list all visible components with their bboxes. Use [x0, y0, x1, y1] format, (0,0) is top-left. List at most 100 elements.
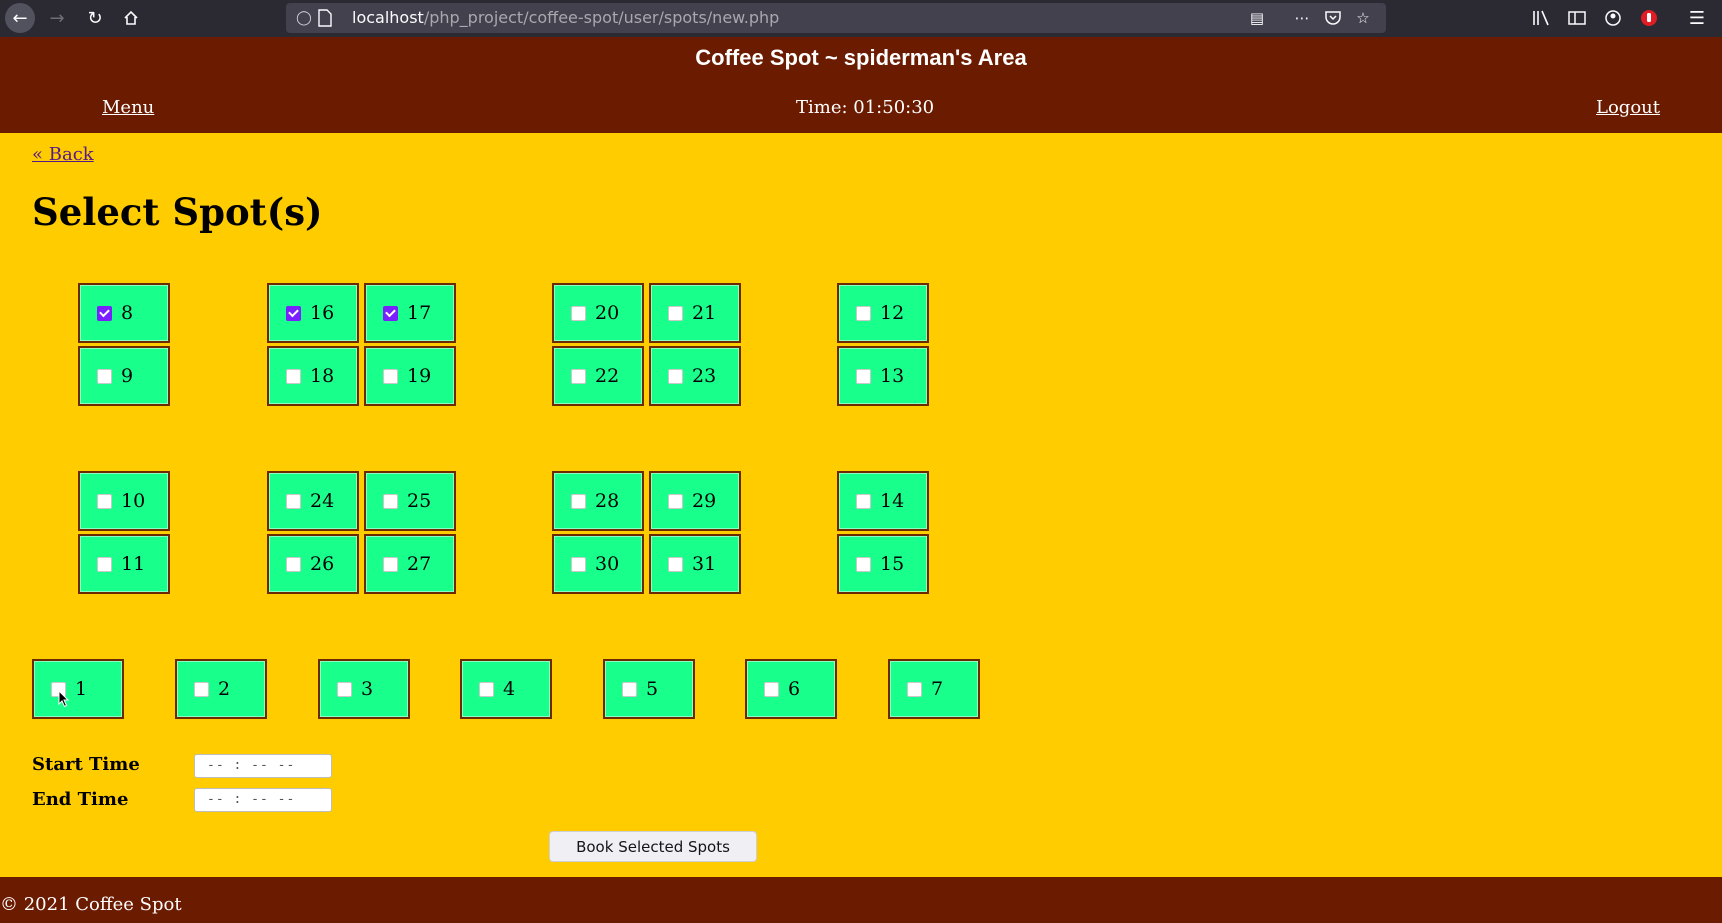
spot-checkbox[interactable]: [856, 305, 871, 321]
spot-checkbox[interactable]: [571, 368, 586, 384]
pocket-icon[interactable]: [1322, 8, 1344, 28]
spot-18[interactable]: 18: [267, 346, 359, 406]
spot-22[interactable]: 22: [552, 346, 644, 406]
spot-number: 21: [692, 302, 717, 324]
spot-checkbox[interactable]: [383, 368, 398, 384]
home-icon[interactable]: [116, 3, 146, 33]
shield-icon[interactable]: ◯: [294, 8, 314, 28]
spot-checkbox[interactable]: [622, 681, 637, 697]
spot-checkbox[interactable]: [383, 556, 398, 572]
menu-link[interactable]: Menu: [102, 97, 154, 118]
page-icon[interactable]: [318, 9, 334, 27]
spot-checkbox[interactable]: [571, 556, 586, 572]
spot-checkbox[interactable]: [856, 556, 871, 572]
logout-link[interactable]: Logout: [1596, 97, 1660, 118]
spot-31[interactable]: 31: [649, 534, 741, 594]
account-icon[interactable]: [1598, 3, 1628, 33]
spot-28[interactable]: 28: [552, 471, 644, 531]
forward-arrow-icon[interactable]: →: [42, 3, 72, 33]
spot-7[interactable]: 7: [888, 659, 980, 719]
more-actions-icon[interactable]: ⋯: [1291, 8, 1313, 28]
back-arrow-icon[interactable]: ←: [5, 3, 35, 33]
spot-checkbox[interactable]: [97, 556, 112, 572]
spot-6[interactable]: 6: [745, 659, 837, 719]
spot-checkbox[interactable]: [194, 681, 209, 697]
spot-checkbox[interactable]: [286, 493, 301, 509]
spot-checkbox[interactable]: [668, 556, 683, 572]
spot-checkbox[interactable]: [668, 368, 683, 384]
spot-checkbox[interactable]: [383, 305, 398, 321]
spot-5[interactable]: 5: [603, 659, 695, 719]
reload-icon[interactable]: ↻: [80, 3, 110, 33]
spot-number: 3: [361, 678, 374, 700]
spot-27[interactable]: 27: [364, 534, 456, 594]
spot-checkbox[interactable]: [856, 368, 871, 384]
spot-checkbox[interactable]: [479, 681, 494, 697]
spot-25[interactable]: 25: [364, 471, 456, 531]
spot-checkbox[interactable]: [383, 493, 398, 509]
sidebar-icon[interactable]: [1562, 3, 1592, 33]
spot-checkbox[interactable]: [286, 556, 301, 572]
spot-17[interactable]: 17: [364, 283, 456, 343]
spot-checkbox[interactable]: [907, 681, 922, 697]
url-text[interactable]: localhost/php_project/coffee-spot/user/s…: [352, 9, 779, 27]
spot-21[interactable]: 21: [649, 283, 741, 343]
spot-14[interactable]: 14: [837, 471, 929, 531]
spot-number: 26: [310, 553, 335, 575]
reader-view-icon[interactable]: ▤: [1246, 8, 1268, 28]
site-footer: © 2021 Coffee Spot: [0, 877, 1722, 923]
spot-checkbox[interactable]: [97, 305, 112, 321]
spot-number: 8: [121, 302, 134, 324]
spot-checkbox[interactable]: [668, 493, 683, 509]
spot-11[interactable]: 11: [78, 534, 170, 594]
end-time-input[interactable]: -- : -- --: [194, 788, 332, 812]
spot-checkbox[interactable]: [97, 493, 112, 509]
spot-30[interactable]: 30: [552, 534, 644, 594]
spot-number: 18: [310, 365, 335, 387]
spot-26[interactable]: 26: [267, 534, 359, 594]
spot-1[interactable]: 1: [32, 659, 124, 719]
spot-15[interactable]: 15: [837, 534, 929, 594]
spot-checkbox[interactable]: [286, 368, 301, 384]
site-header: Coffee Spot ~ spiderman's Area Menu Time…: [0, 37, 1722, 133]
spot-checkbox[interactable]: [764, 681, 779, 697]
spot-29[interactable]: 29: [649, 471, 741, 531]
browser-toolbar: ← → ↻ ◯ localhost/php_project/coffee-spo…: [0, 0, 1722, 37]
spot-checkbox[interactable]: [856, 493, 871, 509]
spot-checkbox[interactable]: [337, 681, 352, 697]
spot-number: 15: [880, 553, 905, 575]
spot-checkbox[interactable]: [668, 305, 683, 321]
spot-3[interactable]: 3: [318, 659, 410, 719]
spot-checkbox[interactable]: [571, 493, 586, 509]
bookmark-star-icon[interactable]: ☆: [1352, 8, 1374, 28]
spot-checkbox[interactable]: [286, 305, 301, 321]
spot-4[interactable]: 4: [460, 659, 552, 719]
spot-19[interactable]: 19: [364, 346, 456, 406]
site-title: Coffee Spot ~ spiderman's Area: [695, 45, 1027, 70]
spot-16[interactable]: 16: [267, 283, 359, 343]
spot-12[interactable]: 12: [837, 283, 929, 343]
spot-number: 19: [407, 365, 432, 387]
spot-checkbox[interactable]: [571, 305, 586, 321]
spot-10[interactable]: 10: [78, 471, 170, 531]
spot-number: 10: [121, 490, 146, 512]
spot-13[interactable]: 13: [837, 346, 929, 406]
spot-20[interactable]: 20: [552, 283, 644, 343]
spot-23[interactable]: 23: [649, 346, 741, 406]
address-bar[interactable]: ◯ localhost/php_project/coffee-spot/user…: [286, 3, 1386, 33]
book-spots-button[interactable]: Book Selected Spots: [549, 831, 757, 862]
url-path: /php_project/coffee-spot/user/spots/new.…: [423, 8, 780, 27]
spot-2[interactable]: 2: [175, 659, 267, 719]
spot-9[interactable]: 9: [78, 346, 170, 406]
spot-24[interactable]: 24: [267, 471, 359, 531]
spot-8[interactable]: 8: [78, 283, 170, 343]
spot-checkbox[interactable]: [97, 368, 112, 384]
hamburger-menu-icon[interactable]: ☰: [1682, 3, 1712, 33]
library-icon[interactable]: [1526, 3, 1556, 33]
page-title: Select Spot(s): [32, 190, 323, 234]
back-link[interactable]: « Back: [32, 144, 94, 165]
start-time-input[interactable]: -- : -- --: [194, 754, 332, 778]
spot-number: 23: [692, 365, 717, 387]
addon-block-icon[interactable]: [1634, 3, 1664, 33]
spot-number: 5: [646, 678, 659, 700]
